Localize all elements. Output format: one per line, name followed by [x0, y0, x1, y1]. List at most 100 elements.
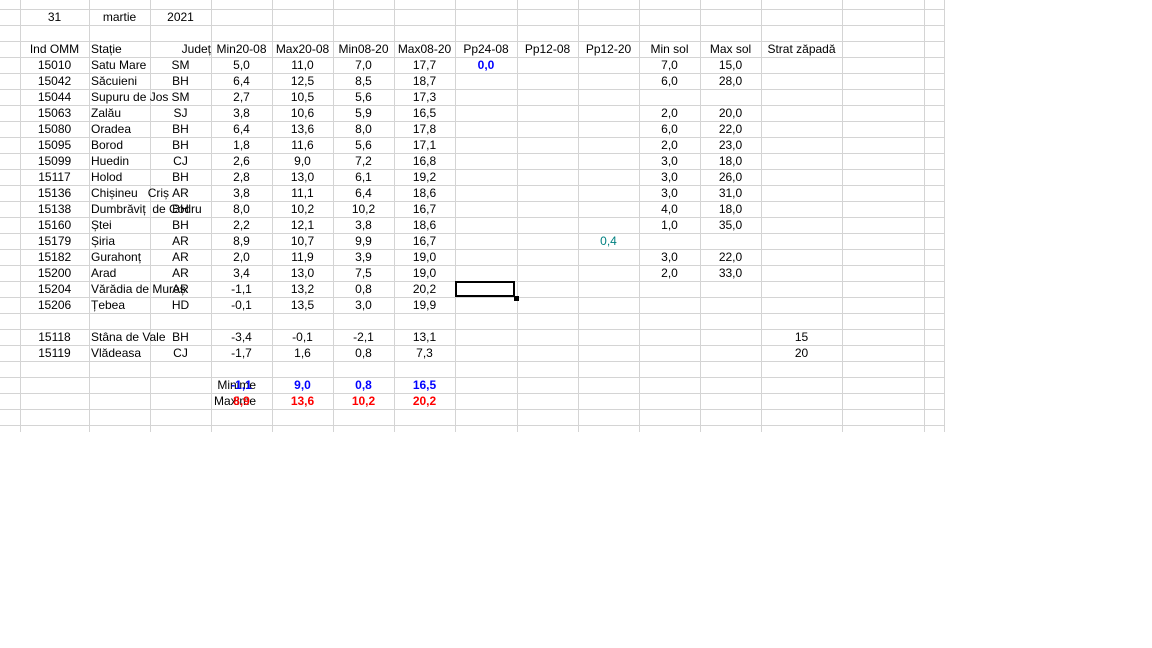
- table-cell-pp24-08[interactable]: [455, 137, 517, 153]
- table-cell-min20-08[interactable]: 2,8: [211, 169, 272, 185]
- table-cell-pp24-08[interactable]: [455, 345, 517, 361]
- table-cell-max08-20[interactable]: 16,8: [394, 153, 455, 169]
- table-cell-min08-20[interactable]: 5,6: [333, 89, 394, 105]
- table-cell-pp12-20[interactable]: [578, 281, 639, 297]
- table-cell-max08-20[interactable]: 17,3: [394, 89, 455, 105]
- table-cell-judet[interactable]: AR: [150, 233, 211, 249]
- table-cell-pp12-20[interactable]: [578, 201, 639, 217]
- table-cell-ind-omm[interactable]: 15010: [20, 57, 89, 73]
- header-statie[interactable]: Stație: [89, 41, 152, 57]
- table-cell-pp12-08[interactable]: [517, 89, 578, 105]
- table-cell-min08-20[interactable]: 7,0: [333, 57, 394, 73]
- maxime-value[interactable]: 10,2: [333, 393, 394, 409]
- minime-value[interactable]: 0,8: [333, 377, 394, 393]
- header-pp24-08[interactable]: Pp24-08: [455, 41, 517, 57]
- table-cell-ind-omm[interactable]: 15044: [20, 89, 89, 105]
- table-cell-pp12-20[interactable]: [578, 89, 639, 105]
- table-cell-pp12-08[interactable]: [517, 105, 578, 121]
- fill-handle[interactable]: [514, 296, 519, 301]
- table-cell-pp12-20[interactable]: [578, 121, 639, 137]
- table-cell-pp12-08[interactable]: [517, 137, 578, 153]
- table-cell-min20-08[interactable]: 3,4: [211, 265, 272, 281]
- table-cell-max-sol[interactable]: 18,0: [700, 153, 761, 169]
- table-cell-min-sol[interactable]: 2,0: [639, 265, 700, 281]
- table-cell-min20-08[interactable]: 8,0: [211, 201, 272, 217]
- table-cell-statie[interactable]: Supuru de Jos: [89, 89, 168, 105]
- table-cell-pp24-08[interactable]: [455, 233, 517, 249]
- table-cell-max08-20[interactable]: 7,3: [394, 345, 455, 361]
- maxime-value[interactable]: 8,9: [211, 393, 272, 409]
- minime-value[interactable]: 9,0: [272, 377, 333, 393]
- table-cell-max08-20[interactable]: 19,0: [394, 249, 455, 265]
- table-cell-pp12-20[interactable]: [578, 185, 639, 201]
- table-cell-min20-08[interactable]: 5,0: [211, 57, 272, 73]
- table-cell-max20-08[interactable]: 13,0: [272, 265, 333, 281]
- table-cell-max08-20[interactable]: 19,2: [394, 169, 455, 185]
- table-cell-pp24-08[interactable]: [455, 169, 517, 185]
- maxime-value[interactable]: 13,6: [272, 393, 333, 409]
- table-cell-strat-zapada[interactable]: [761, 121, 842, 137]
- table-cell-max-sol[interactable]: [700, 345, 761, 361]
- table-cell-judet[interactable]: BH: [150, 329, 211, 345]
- table-cell-min-sol[interactable]: 6,0: [639, 121, 700, 137]
- table-cell-max08-20[interactable]: 20,2: [394, 281, 455, 297]
- header-min-sol[interactable]: Min sol: [639, 41, 700, 57]
- table-cell-statie[interactable]: Dumbrăviț de Codru: [89, 201, 202, 217]
- table-cell-max08-20[interactable]: 16,5: [394, 105, 455, 121]
- table-cell-strat-zapada[interactable]: [761, 57, 842, 73]
- table-cell-statie[interactable]: Holod: [89, 169, 152, 185]
- date-year-cell[interactable]: 2021: [150, 9, 211, 25]
- table-cell-pp12-20[interactable]: [578, 105, 639, 121]
- table-cell-min20-08[interactable]: 8,9: [211, 233, 272, 249]
- table-cell-ind-omm[interactable]: 15138: [20, 201, 89, 217]
- table-cell-max20-08[interactable]: 11,1: [272, 185, 333, 201]
- table-cell-statie[interactable]: Satu Mare: [89, 57, 152, 73]
- table-cell-max08-20[interactable]: 17,7: [394, 57, 455, 73]
- table-cell-pp12-08[interactable]: [517, 57, 578, 73]
- table-cell-statie[interactable]: Oradea: [89, 121, 152, 137]
- table-cell-max08-20[interactable]: 18,6: [394, 185, 455, 201]
- table-cell-max-sol[interactable]: 35,0: [700, 217, 761, 233]
- header-max08-20[interactable]: Max08-20: [394, 41, 455, 57]
- table-cell-min20-08[interactable]: 1,8: [211, 137, 272, 153]
- header-ind-omm[interactable]: Ind OMM: [20, 41, 89, 57]
- table-cell-min08-20[interactable]: 8,5: [333, 73, 394, 89]
- table-cell-pp12-08[interactable]: [517, 185, 578, 201]
- table-cell-pp12-08[interactable]: [517, 169, 578, 185]
- table-cell-judet[interactable]: BH: [150, 121, 211, 137]
- table-cell-min08-20[interactable]: 9,9: [333, 233, 394, 249]
- date-day-cell[interactable]: 31: [20, 9, 89, 25]
- table-cell-pp12-08[interactable]: [517, 217, 578, 233]
- table-cell-judet[interactable]: HD: [150, 297, 211, 313]
- table-cell-max08-20[interactable]: 13,1: [394, 329, 455, 345]
- table-cell-pp12-08[interactable]: [517, 345, 578, 361]
- table-cell-pp24-08[interactable]: [455, 73, 517, 89]
- table-cell-max-sol[interactable]: 15,0: [700, 57, 761, 73]
- table-cell-pp12-08[interactable]: [517, 201, 578, 217]
- table-cell-ind-omm[interactable]: 15095: [20, 137, 89, 153]
- table-cell-statie[interactable]: Zalău: [89, 105, 152, 121]
- table-cell-pp12-20[interactable]: [578, 153, 639, 169]
- table-cell-statie[interactable]: Huedin: [89, 153, 152, 169]
- spreadsheet-grid[interactable]: 31 martie 2021 Ind OMM Stație Județ Min20-08 Ma…: [0, 0, 945, 432]
- table-cell-pp12-08[interactable]: [517, 281, 578, 297]
- table-cell-strat-zapada[interactable]: [761, 137, 842, 153]
- table-cell-max-sol[interactable]: 26,0: [700, 169, 761, 185]
- table-cell-strat-zapada[interactable]: [761, 185, 842, 201]
- table-cell-statie[interactable]: Țebea: [89, 297, 152, 313]
- table-cell-strat-zapada[interactable]: [761, 233, 842, 249]
- table-cell-max20-08[interactable]: 10,2: [272, 201, 333, 217]
- table-cell-max-sol[interactable]: [700, 329, 761, 345]
- table-cell-max-sol[interactable]: 28,0: [700, 73, 761, 89]
- table-cell-min-sol[interactable]: [639, 89, 700, 105]
- table-cell-pp24-08[interactable]: [455, 105, 517, 121]
- table-cell-strat-zapada[interactable]: [761, 249, 842, 265]
- table-cell-max08-20[interactable]: 17,1: [394, 137, 455, 153]
- table-cell-min20-08[interactable]: 2,7: [211, 89, 272, 105]
- table-cell-pp24-08[interactable]: [455, 249, 517, 265]
- table-cell-pp12-08[interactable]: [517, 249, 578, 265]
- table-cell-strat-zapada[interactable]: 15: [761, 329, 842, 345]
- table-cell-max-sol[interactable]: 23,0: [700, 137, 761, 153]
- table-cell-ind-omm[interactable]: 15117: [20, 169, 89, 185]
- header-min20-08[interactable]: Min20-08: [211, 41, 272, 57]
